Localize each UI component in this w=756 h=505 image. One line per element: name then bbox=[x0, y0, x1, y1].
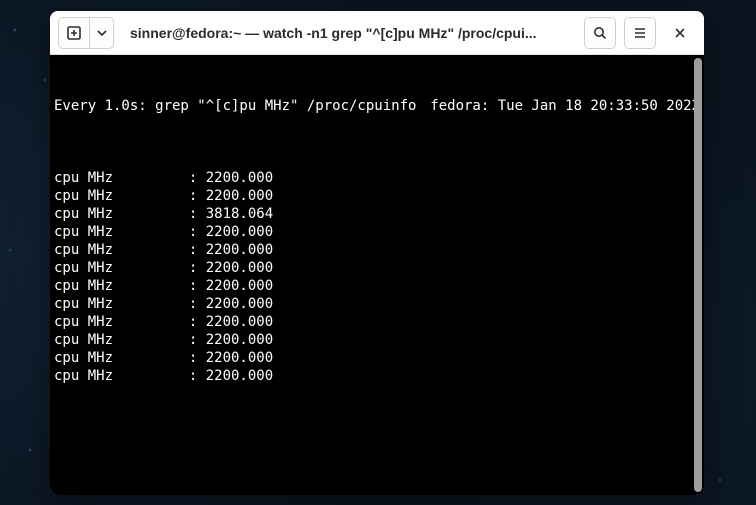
new-tab-button[interactable] bbox=[58, 17, 90, 49]
cpu-mhz-line: cpu MHz : 2200.000 bbox=[52, 331, 702, 349]
close-button[interactable] bbox=[664, 17, 696, 49]
titlebar: sinner@fedora:~ — watch -n1 grep "^[c]pu… bbox=[50, 11, 704, 55]
search-button[interactable] bbox=[584, 17, 616, 49]
watch-command-text: Every 1.0s: grep "^[c]pu MHz" /proc/cpui… bbox=[54, 97, 416, 115]
watch-timestamp: fedora: Tue Jan 18 20:33:50 2022 bbox=[430, 97, 700, 115]
cpu-mhz-line: cpu MHz : 3818.064 bbox=[52, 205, 702, 223]
cpu-mhz-line: cpu MHz : 2200.000 bbox=[52, 259, 702, 277]
cpu-mhz-line: cpu MHz : 2200.000 bbox=[52, 277, 702, 295]
cpu-mhz-line: cpu MHz : 2200.000 bbox=[52, 187, 702, 205]
watch-header-line: Every 1.0s: grep "^[c]pu MHz" /proc/cpui… bbox=[52, 97, 702, 115]
terminal-window: sinner@fedora:~ — watch -n1 grep "^[c]pu… bbox=[50, 11, 704, 495]
titlebar-right-controls bbox=[584, 17, 696, 49]
titlebar-left-controls bbox=[58, 17, 114, 49]
plus-square-icon bbox=[66, 25, 82, 41]
cpu-lines-container: cpu MHz : 2200.000cpu MHz : 2200.000cpu … bbox=[52, 169, 702, 385]
close-icon bbox=[673, 26, 687, 40]
chevron-down-icon bbox=[97, 28, 107, 38]
menu-button[interactable] bbox=[624, 17, 656, 49]
cpu-mhz-line: cpu MHz : 2200.000 bbox=[52, 313, 702, 331]
cpu-mhz-line: cpu MHz : 2200.000 bbox=[52, 169, 702, 187]
cpu-mhz-line: cpu MHz : 2200.000 bbox=[52, 295, 702, 313]
search-icon bbox=[592, 25, 608, 41]
cpu-mhz-line: cpu MHz : 2200.000 bbox=[52, 223, 702, 241]
scrollbar-thumb[interactable] bbox=[694, 58, 702, 492]
cpu-mhz-line: cpu MHz : 2200.000 bbox=[52, 349, 702, 367]
cpu-mhz-line: cpu MHz : 2200.000 bbox=[52, 241, 702, 259]
terminal-body[interactable]: Every 1.0s: grep "^[c]pu MHz" /proc/cpui… bbox=[50, 55, 704, 495]
hamburger-icon bbox=[632, 25, 648, 41]
tab-dropdown-button[interactable] bbox=[90, 17, 114, 49]
terminal-output: Every 1.0s: grep "^[c]pu MHz" /proc/cpui… bbox=[50, 61, 704, 421]
cpu-mhz-line: cpu MHz : 2200.000 bbox=[52, 367, 702, 385]
window-title: sinner@fedora:~ — watch -n1 grep "^[c]pu… bbox=[120, 25, 578, 41]
